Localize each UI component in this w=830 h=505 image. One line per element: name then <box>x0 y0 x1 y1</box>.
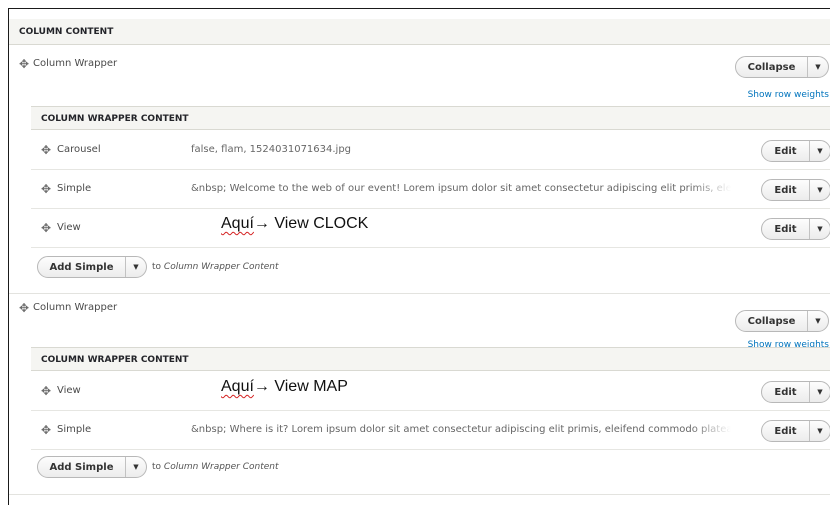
drag-handle-icon[interactable]: ✥ <box>41 182 51 196</box>
paragraph-summary: &nbsp; Welcome to the web of our event! … <box>191 183 731 194</box>
paragraph-row-simple: ✥ Simple &nbsp; Welcome to the web of ou… <box>31 170 830 209</box>
chevron-down-icon[interactable]: ▼ <box>125 457 146 477</box>
paragraph-summary-text: &nbsp; Where is it? Lorem ipsum dolor si… <box>191 424 731 435</box>
paragraph-row-view: ✥ View Aquí→ View MAP Edit ▼ <box>31 372 830 411</box>
paragraph-type-label: Carousel <box>57 144 101 155</box>
chevron-down-icon[interactable]: ▼ <box>809 382 830 402</box>
collapse-button[interactable]: Collapse ▼ <box>735 310 829 332</box>
add-target-text: to Column Wrapper Content <box>152 262 279 272</box>
column-wrapper-row: ✥ Column Wrapper Collapse ▼ Show row wei… <box>9 45 830 105</box>
chevron-down-icon[interactable]: ▼ <box>809 219 830 239</box>
collapse-button[interactable]: Collapse ▼ <box>735 56 829 78</box>
edit-button[interactable]: Edit ▼ <box>761 140 830 162</box>
paragraph-row-view: ✥ View Aquí→ View CLOCK Edit ▼ <box>31 209 830 248</box>
drag-handle-icon[interactable]: ✥ <box>41 384 51 398</box>
drag-handle-icon[interactable]: ✥ <box>19 57 29 71</box>
paragraph-type-label: View <box>57 385 81 396</box>
paragraph-type-label: View <box>57 222 81 233</box>
paragraph-summary: false, flam, 1524031071634.jpg <box>191 144 352 155</box>
add-simple-button[interactable]: Add Simple ▼ <box>37 256 147 278</box>
chevron-down-icon[interactable]: ▼ <box>809 421 830 441</box>
add-simple-button[interactable]: Add Simple ▼ <box>37 456 147 478</box>
edit-button[interactable]: Edit ▼ <box>761 179 830 201</box>
drag-handle-icon[interactable]: ✥ <box>41 221 51 235</box>
paragraph-summary: &nbsp; Where is it? Lorem ipsum dolor si… <box>191 424 731 435</box>
paragraph-row-carousel: ✥ Carousel false, flam, 1524031071634.jp… <box>31 131 830 170</box>
edit-button[interactable]: Edit ▼ <box>761 381 830 403</box>
drag-handle-icon[interactable]: ✥ <box>19 301 29 315</box>
show-row-weights-link[interactable]: Show row weights <box>748 90 829 100</box>
paragraph-summary-text: &nbsp; Welcome to the web of our event! … <box>191 183 731 194</box>
paragraph-row-simple: ✥ Simple &nbsp; Where is it? Lorem ipsum… <box>31 411 830 450</box>
column-wrapper-content-header: COLUMN WRAPPER CONTENT <box>31 106 830 130</box>
add-target-text: to Column Wrapper Content <box>152 462 279 472</box>
column-wrapper-content-header: COLUMN WRAPPER CONTENT <box>31 347 830 371</box>
annotation-view-map: Aquí→ View MAP <box>221 378 348 395</box>
paragraph-type-label: Simple <box>57 183 92 194</box>
column-content-header: COLUMN CONTENT <box>9 19 830 45</box>
column-wrapper-row: ✥ Column Wrapper Collapse ▼ Show row wei… <box>9 294 830 354</box>
chevron-down-icon[interactable]: ▼ <box>809 141 830 161</box>
chevron-down-icon[interactable]: ▼ <box>809 180 830 200</box>
edit-button[interactable]: Edit ▼ <box>761 420 830 442</box>
drag-handle-icon[interactable]: ✥ <box>41 143 51 157</box>
drag-handle-icon[interactable]: ✥ <box>41 423 51 437</box>
column-wrapper-label: Column Wrapper <box>33 58 118 69</box>
chevron-down-icon[interactable]: ▼ <box>807 57 828 77</box>
paragraphs-widget: ⌄ COLUMN CONTENT ✥ Column Wrapper Collap… <box>8 8 830 505</box>
edit-button[interactable]: Edit ▼ <box>761 218 830 240</box>
annotation-view-clock: Aquí→ View CLOCK <box>221 215 369 232</box>
chevron-down-icon[interactable]: ▼ <box>125 257 146 277</box>
column-wrapper-label: Column Wrapper <box>33 302 118 313</box>
chevron-down-icon[interactable]: ▼ <box>807 311 828 331</box>
paragraph-type-label: Simple <box>57 424 92 435</box>
